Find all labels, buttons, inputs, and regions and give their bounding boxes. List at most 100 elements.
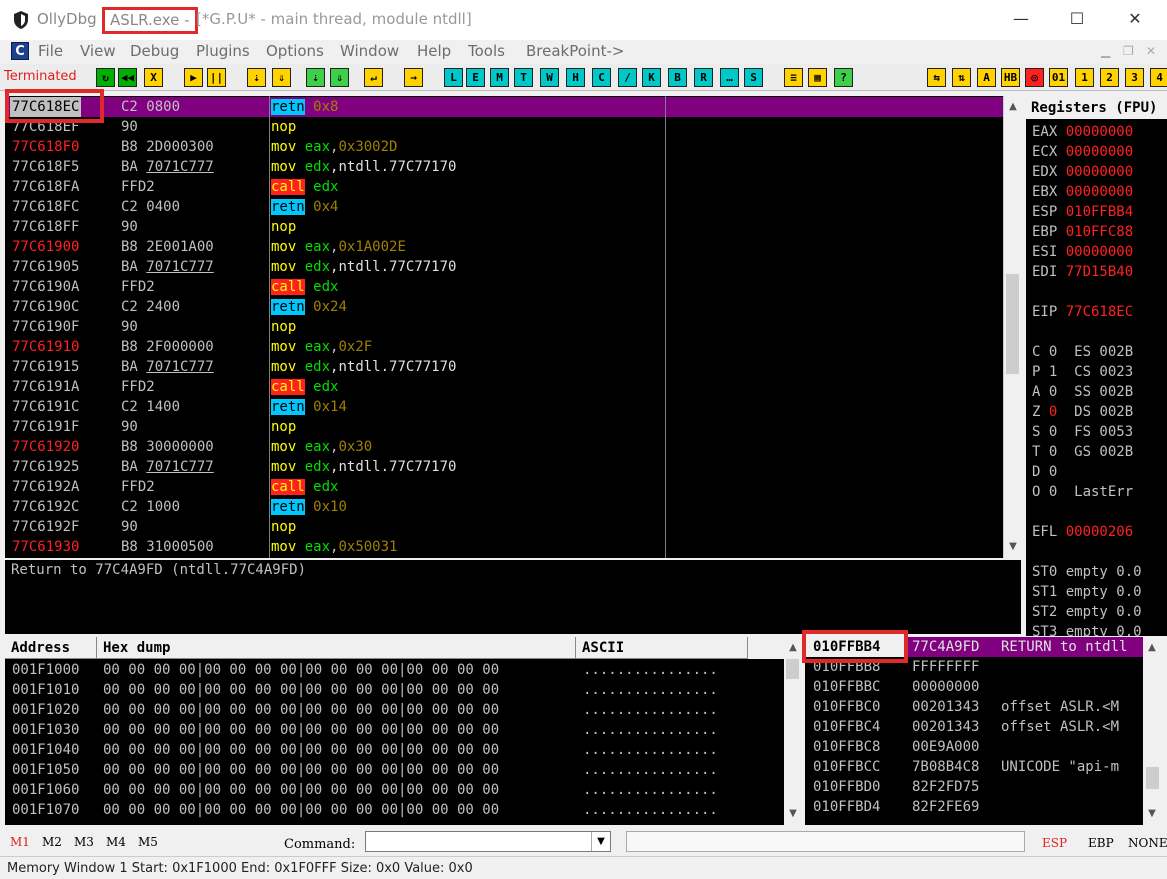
restart-button[interactable]: ↻	[96, 68, 115, 87]
four-button[interactable]: 4	[1150, 68, 1167, 87]
swap-button[interactable]: ⇆	[927, 68, 946, 87]
scroll-up-arrow-icon[interactable]: ▲	[1143, 639, 1161, 657]
stack-row[interactable]: 010FFBC8 00E9A000	[805, 737, 1143, 757]
mdi-close-button[interactable]: ✕	[1146, 44, 1156, 58]
disasm-row[interactable]: 77C618FC C2 0400 retn 0x4	[5, 197, 1003, 217]
source-window-button[interactable]: S	[744, 68, 763, 87]
execute-till-return-button[interactable]: ↵	[364, 68, 383, 87]
disassembly-pane[interactable]: 77C618EC C2 0800 retn 0x8 77C618EF 90 nop 77C6…	[5, 96, 1003, 558]
dump-header-address[interactable]: Address	[5, 637, 97, 659]
disasm-row[interactable]: 77C61910 B8 2F000000 mov eax,0x2F	[5, 337, 1003, 357]
stack-row[interactable]: 010FFBC4 00201343 offset ASLR.<M	[805, 717, 1143, 737]
disasm-row[interactable]: 77C618EF 90 nop	[5, 117, 1003, 137]
cpu-window-button[interactable]: C	[592, 68, 611, 87]
register-row[interactable]: EDX 00000000	[1032, 162, 1133, 182]
disasm-row[interactable]: 77C6190F 90 nop	[5, 317, 1003, 337]
dump-scrollbar[interactable]: ▲ ▼	[784, 637, 802, 825]
go-to-button[interactable]: →	[404, 68, 423, 87]
menu-debug[interactable]: Debug	[130, 42, 179, 60]
disasm-row[interactable]: 77C6192F 90 nop	[5, 517, 1003, 537]
stack-row[interactable]: 010FFBD0 82F2FD75	[805, 777, 1143, 797]
trace-into-button[interactable]: ⇣	[306, 68, 325, 87]
menu-file[interactable]: File	[38, 42, 63, 60]
run-button[interactable]: ▶	[184, 68, 203, 87]
register-row[interactable]: EDI 77D15B40	[1032, 262, 1133, 282]
scroll-up-arrow-icon[interactable]: ▲	[784, 639, 802, 657]
disasm-row[interactable]: 77C61915 BA 7071C777 mov edx,ntdll.77C7717…	[5, 357, 1003, 377]
updown-button[interactable]: ⇅	[952, 68, 971, 87]
rewind-button[interactable]: ◀◀	[118, 68, 137, 87]
disasm-row[interactable]: 77C618FA FFD2 call edx	[5, 177, 1003, 197]
disasm-row[interactable]: 77C6192C C2 1000 retn 0x10	[5, 497, 1003, 517]
disasm-row[interactable]: 77C6191C C2 1400 retn 0x14	[5, 397, 1003, 417]
minimize-button[interactable]: —	[1009, 8, 1033, 32]
binary-button[interactable]: 01	[1049, 68, 1068, 87]
menu-window[interactable]: Window	[340, 42, 399, 60]
registers-pane[interactable]: Registers (FPU) EAX 00000000 ECX 00000000…	[1026, 96, 1167, 636]
patches-window-button[interactable]: /	[618, 68, 637, 87]
register-row[interactable]: A 0 SS 002B	[1032, 382, 1133, 402]
options-button[interactable]: ▦	[808, 68, 827, 87]
breakpoints-window-button[interactable]: B	[668, 68, 687, 87]
disasm-row[interactable]: 77C6190C C2 2400 retn 0x24	[5, 297, 1003, 317]
follow-none-button[interactable]: NONE	[1128, 836, 1167, 850]
disasm-row[interactable]: 77C6192A FFD2 call edx	[5, 477, 1003, 497]
dump-header-hex[interactable]: Hex dump	[97, 637, 576, 659]
stack-pane[interactable]: 010FFBB4 77C4A9FD RETURN to ntdll 010FFBB8 F…	[805, 637, 1143, 825]
scroll-thumb[interactable]	[1006, 274, 1019, 374]
target-button[interactable]: ◎	[1025, 68, 1044, 87]
stack-row[interactable]: 010FFBCC 7B08B4C8 UNICODE "api-m	[805, 757, 1143, 777]
handles-window-button[interactable]: H	[566, 68, 585, 87]
register-row[interactable]: O 0 LastErr	[1032, 482, 1133, 502]
menu-options[interactable]: Options	[266, 42, 324, 60]
references-window-button[interactable]: R	[694, 68, 713, 87]
stack-scrollbar[interactable]: ▲ ▼	[1143, 637, 1163, 825]
register-row[interactable]: T 0 GS 002B	[1032, 442, 1133, 462]
disasm-row[interactable]: 77C61920 B8 30000000 mov eax,0x30	[5, 437, 1003, 457]
register-row[interactable]: EIP 77C618EC	[1032, 302, 1133, 322]
scroll-down-arrow-icon[interactable]: ▼	[1004, 538, 1022, 556]
stack-row[interactable]: 010FFBC0 00201343 offset ASLR.<M	[805, 697, 1143, 717]
menu-view[interactable]: View	[80, 42, 116, 60]
dump-header-ascii[interactable]: ASCII	[576, 637, 748, 659]
register-row[interactable]: S 0 FS 0053	[1032, 422, 1133, 442]
registers-header[interactable]: Registers (FPU)	[1026, 96, 1167, 119]
one-button[interactable]: 1	[1075, 68, 1094, 87]
register-row[interactable]: ST0 empty 0.0	[1032, 562, 1142, 582]
help-button[interactable]: ?	[834, 68, 853, 87]
disassembly-scrollbar[interactable]: ▲ ▼	[1003, 96, 1021, 558]
hex-dump-pane[interactable]: Address Hex dump ASCII 001F1000 00 00 00 …	[5, 637, 784, 825]
step-into-button[interactable]: ⇣	[247, 68, 266, 87]
disasm-row[interactable]: 77C618F0 B8 2D000300 mov eax,0x3002D	[5, 137, 1003, 157]
disasm-row[interactable]: 77C618EC C2 0800 retn 0x8	[5, 97, 1003, 117]
memory-window-2-button[interactable]: M2	[42, 835, 62, 849]
command-input[interactable]: ▼	[365, 831, 611, 852]
menu-plugins[interactable]: Plugins	[196, 42, 250, 60]
register-row[interactable]: Z 0 DS 002B	[1032, 402, 1133, 422]
command-dropdown-arrow-icon[interactable]: ▼	[591, 832, 610, 851]
disasm-row[interactable]: 77C61905 BA 7071C777 mov edx,ntdll.77C7717…	[5, 257, 1003, 277]
register-row[interactable]: EBX 00000000	[1032, 182, 1133, 202]
register-row[interactable]: ST1 empty 0.0	[1032, 582, 1142, 602]
two-button[interactable]: 2	[1100, 68, 1119, 87]
register-row[interactable]: ECX 00000000	[1032, 142, 1133, 162]
menu-tools[interactable]: Tools	[468, 42, 505, 60]
pause-button[interactable]: ||	[207, 68, 226, 87]
menu-breakpoint[interactable]: BreakPoint->	[526, 42, 624, 60]
register-row[interactable]: EFL 00000206	[1032, 522, 1133, 542]
memory-window-3-button[interactable]: M3	[74, 835, 94, 849]
stack-row[interactable]: 010FFBD4 82F2FE69	[805, 797, 1143, 817]
register-row[interactable]: P 1 CS 0023	[1032, 362, 1133, 382]
disasm-row[interactable]: 77C61925 BA 7071C777 mov edx,ntdll.77C7717…	[5, 457, 1003, 477]
disasm-row[interactable]: 77C6191A FFD2 call edx	[5, 377, 1003, 397]
threads-window-button[interactable]: T	[514, 68, 533, 87]
scroll-thumb[interactable]	[1146, 767, 1159, 789]
disasm-row[interactable]: 77C61930 B8 31000500 mov eax,0x50031	[5, 537, 1003, 557]
register-row[interactable]: C 0 ES 002B	[1032, 342, 1133, 362]
modules-window-button[interactable]: E	[466, 68, 485, 87]
windows-window-button[interactable]: W	[540, 68, 559, 87]
close-program-button[interactable]: X	[144, 68, 163, 87]
cpu-window-icon[interactable]: C	[11, 42, 29, 60]
register-row[interactable]: EBP 010FFC88	[1032, 222, 1133, 242]
memory-window-4-button[interactable]: M4	[106, 835, 126, 849]
